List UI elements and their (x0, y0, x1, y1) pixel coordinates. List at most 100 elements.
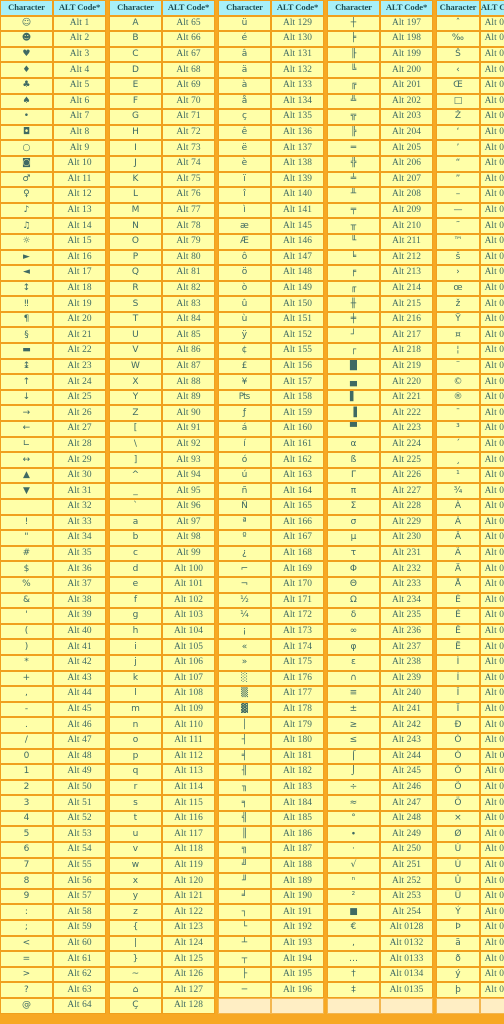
alt-code-cell: Alt 206 (380, 155, 433, 172)
character-cell: ñ (218, 483, 271, 499)
column-block-3: Character ALT Code* ü Alt 129 é Alt 130 â Alt 1… (218, 0, 324, 1024)
character-cell: ÷ (327, 779, 380, 796)
table-row: D Alt 68 (109, 62, 215, 78)
character-cell: Î (436, 686, 480, 702)
alt-code-cell: Alt 23 (53, 358, 106, 375)
character-cell: H (109, 124, 162, 141)
table-row: ß Alt 225 (327, 452, 433, 468)
alt-code-cell: Alt 123 (162, 920, 215, 936)
table-row: · Alt 250 (327, 842, 433, 858)
alt-code-cell: Alt 85 (162, 327, 215, 344)
character-cell: J (109, 155, 162, 172)
character-cell: | (109, 935, 162, 952)
table-row: œAlt 0156 (436, 280, 504, 297)
alt-code-cell: Alt 2 (53, 31, 106, 47)
character-cell: └ (218, 920, 271, 936)
character-cell: ♥ (0, 46, 53, 63)
character-cell: x (109, 873, 162, 889)
character-cell: ┘ (327, 327, 380, 344)
table-row: ®Alt 0174 (436, 389, 504, 406)
alt-code-cell: Alt 70 (162, 93, 215, 110)
alt-code-cell: Alt 53 (53, 826, 106, 843)
character-cell: $ (0, 561, 53, 577)
alt-code-cell: Alt 0132 (380, 935, 433, 952)
alt-code-cell: Alt 152 (271, 327, 324, 344)
alt-code-cell: Alt 242 (380, 717, 433, 733)
character-cell: = (0, 951, 53, 967)
table-row: ► Alt 16 (0, 249, 106, 266)
table-row: M Alt 77 (109, 202, 215, 219)
table-row: ËAlt 0203 (436, 639, 504, 655)
character-cell: ≡ (327, 686, 380, 702)
table-row: ; Alt 59 (0, 920, 106, 936)
table-row: ú Alt 163 (218, 467, 324, 484)
alt-code-cell: Alt 249 (380, 826, 433, 843)
table-row: ┼ Alt 197 (327, 15, 433, 32)
alt-code-cell: Alt 218 (380, 343, 433, 359)
character-cell: Θ (327, 576, 380, 593)
character-cell: ` (109, 499, 162, 515)
alt-code-cell: Alt 0197 (480, 576, 504, 593)
alt-code-cell: Alt 64 (53, 998, 106, 1014)
character-cell: Ä (436, 561, 480, 577)
alt-code-cell: Alt 12 (53, 187, 106, 203)
character-cell: ▌ (327, 389, 380, 406)
table-row: ⌐ Alt 169 (218, 561, 324, 577)
alt-code-cell: Alt 112 (162, 748, 215, 765)
table-row: ☼ Alt 15 (0, 233, 106, 250)
table-row: ╞ Alt 198 (327, 31, 433, 47)
alt-code-cell: Alt 68 (162, 62, 215, 78)
column-block-4: Character ALT Code* ┼ Alt 197 ╞ Alt 198 ╟ Alt 1… (327, 0, 433, 1024)
table-row: 8 Alt 56 (0, 873, 106, 889)
table-row: ÞAlt 0222 (436, 920, 504, 936)
character-cell: ♦ (0, 62, 53, 78)
table-row: r Alt 114 (109, 779, 215, 796)
table-row: ⌡ Alt 245 (327, 764, 433, 780)
alt-code-cell: Alt 79 (162, 233, 215, 250)
alt-code-cell: Alt 177 (271, 686, 324, 702)
character-cell: 2 (0, 779, 53, 796)
character-cell: ▓ (218, 701, 271, 718)
table-row: + Alt 43 (0, 670, 106, 687)
alt-code-cell: Alt 0137 (480, 31, 504, 47)
alt-code-cell: Alt 103 (162, 608, 215, 624)
table-row: (Alt 40 (0, 623, 106, 640)
character-cell: δ (327, 608, 380, 624)
character-cell: { (109, 920, 162, 936)
alt-code-cell: Alt 118 (162, 842, 215, 858)
character-cell: ý (436, 966, 480, 983)
table-row: ▬ Alt 22 (0, 343, 106, 359)
character-cell: ┌ (327, 343, 380, 359)
alt-code-cell: Alt 18 (53, 280, 106, 297)
character-cell: ╪ (327, 311, 380, 328)
character-cell: ↕ (0, 280, 53, 297)
alt-code-cell: Alt 203 (380, 109, 433, 125)
character-cell: X (109, 374, 162, 390)
character-cell: Ð (436, 717, 480, 733)
alt-code-cell: Alt 228 (380, 499, 433, 515)
character-cell: Ç (109, 998, 162, 1014)
alt-code-cell: Alt 98 (162, 530, 215, 546)
alt-code-cell: Alt 234 (380, 592, 433, 609)
table-row: žAlt 0158 (436, 296, 504, 312)
table-row: ”Alt 0148 (436, 171, 504, 188)
character-cell: ┤ (218, 732, 271, 749)
alt-code-cell: Alt 55 (53, 857, 106, 874)
table-row: H Alt 72 (109, 124, 215, 141)
character-cell: ‰ (436, 31, 480, 47)
table-row: ╪ Alt 216 (327, 311, 433, 328)
character-cell: 6 (0, 842, 53, 858)
alt-code-cell: Alt 121 (162, 888, 215, 905)
character-cell: → (0, 405, 53, 422)
alt-code-cell: Alt 0138 (480, 46, 504, 63)
table-row: é Alt 130 (218, 31, 324, 47)
alt-code-cell: Alt 11 (53, 171, 106, 188)
character-cell: a (109, 514, 162, 531)
character-cell (0, 499, 53, 515)
table-row: 2 Alt 50 (0, 779, 106, 796)
header-alt-code: ALT Code* (271, 0, 324, 16)
alt-code-cell: Alt 183 (271, 779, 324, 796)
alt-code-cell: Alt 34 (53, 530, 106, 546)
character-cell: ‹ (436, 62, 480, 78)
alt-code-cell: Alt 7 (53, 109, 106, 125)
